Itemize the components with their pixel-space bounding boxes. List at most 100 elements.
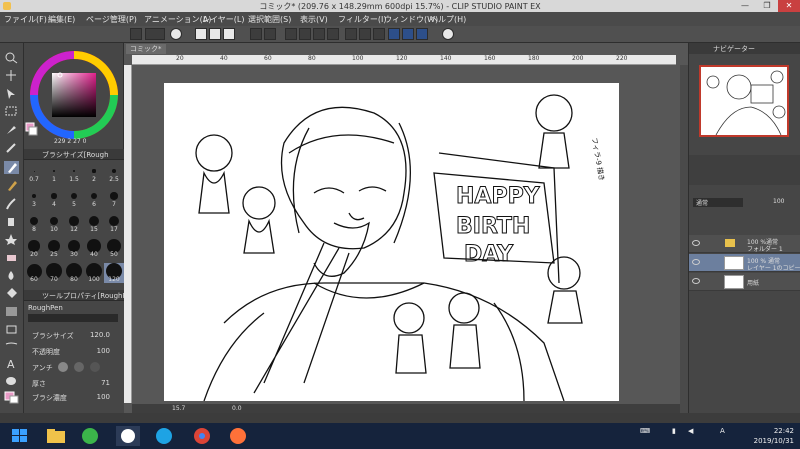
layer-row-paper[interactable]: 用紙 [689, 273, 800, 291]
select-all-icon[interactable] [299, 28, 311, 40]
gradient-tool-icon[interactable] [4, 305, 19, 318]
brush-size-cell[interactable]: 0.7 [24, 163, 44, 183]
color-swatch-icon[interactable] [4, 391, 19, 404]
cut-icon[interactable] [345, 28, 357, 40]
operation-tool-icon[interactable] [4, 87, 19, 100]
menu-file[interactable]: ファイル(F) [4, 14, 47, 25]
drawing-canvas[interactable]: HAPPY BIRTH DAY フィラ-9 描き [164, 83, 619, 402]
green-app-icon[interactable] [78, 426, 102, 446]
system-clock[interactable]: 22:42 2019/10/31 [754, 426, 794, 446]
brush-size-cell[interactable]: 20 [24, 238, 44, 258]
keyboard-icon[interactable]: ⌨ [640, 427, 650, 435]
frame-tool-icon[interactable] [4, 341, 19, 354]
open-file-icon[interactable] [209, 28, 221, 40]
brush-size-cell[interactable]: 80 [64, 263, 84, 283]
menu-selection[interactable]: 選択範囲(S) [248, 14, 291, 25]
grid-icon[interactable] [130, 28, 142, 40]
brush-size-cell[interactable]: 3 [24, 188, 44, 208]
minimize-button[interactable]: — [734, 0, 756, 12]
angle-value[interactable]: 0.0 [232, 405, 242, 412]
brush-tool-icon[interactable] [4, 197, 19, 210]
brush-size-cell[interactable]: 5 [64, 188, 84, 208]
save-icon[interactable] [223, 28, 235, 40]
firefox-icon[interactable] [226, 426, 250, 446]
fill-tool-icon[interactable] [4, 287, 19, 300]
view-menu-icon[interactable] [145, 28, 165, 40]
transform-icon[interactable] [327, 28, 339, 40]
zoom-tool-icon[interactable] [4, 51, 19, 64]
brush-size-cell[interactable]: 12 [64, 213, 84, 233]
pen-tool-icon[interactable] [4, 161, 19, 174]
eyedropper-tool-icon[interactable] [4, 141, 19, 154]
selection-tool-icon[interactable] [4, 105, 19, 118]
brush-size-cell[interactable]: 8 [24, 213, 44, 233]
brush-size-cell[interactable]: 40 [84, 238, 104, 258]
brush-size-cell[interactable]: 70 [44, 263, 64, 283]
brush-size-cell[interactable]: 25 [44, 238, 64, 258]
antialias-option-icon[interactable] [90, 362, 100, 372]
fill-icon[interactable] [313, 28, 325, 40]
brush-size-cell[interactable]: 17 [104, 213, 124, 233]
zoom-value[interactable]: 15.7 [172, 405, 185, 412]
prop-density[interactable]: ブラシ濃度 100 [26, 392, 122, 402]
visibility-eye-icon[interactable] [692, 278, 700, 284]
navigator-thumbnail[interactable] [699, 65, 789, 137]
figure-tool-icon[interactable] [4, 323, 19, 336]
start-button-icon[interactable] [8, 426, 32, 446]
redo-icon[interactable] [264, 28, 276, 40]
move-tool-icon[interactable] [4, 69, 19, 82]
menu-help[interactable]: ヘルプ(H) [430, 14, 466, 25]
brush-size-cell[interactable]: 60 [24, 263, 44, 283]
document-tab[interactable]: コミック* [126, 44, 166, 54]
close-button[interactable]: ✕ [778, 0, 800, 12]
deselect-icon[interactable] [285, 28, 297, 40]
brush-size-cell[interactable]: 1.5 [64, 163, 84, 183]
brush-size-cell[interactable]: 6 [84, 188, 104, 208]
snap-ruler-icon[interactable] [388, 28, 400, 40]
help-icon[interactable] [442, 28, 454, 40]
snap-grid-icon[interactable] [402, 28, 414, 40]
layer-row-copy[interactable]: 100 % 通常 レイヤー 1のコピー [689, 254, 800, 272]
ime-indicator[interactable]: A [720, 427, 725, 435]
brush-size-cell[interactable]: 7 [104, 188, 124, 208]
menu-layer[interactable]: レイヤー(L) [202, 14, 244, 25]
visibility-eye-icon[interactable] [692, 259, 700, 265]
brush-size-cell[interactable]: 10 [44, 213, 64, 233]
copy-icon[interactable] [359, 28, 371, 40]
blend-mode-select[interactable]: 通常 [693, 198, 743, 207]
brush-size-cell[interactable]: 100 [84, 263, 104, 283]
visibility-eye-icon[interactable] [692, 240, 700, 246]
brush-size-cell[interactable]: 4 [44, 188, 64, 208]
color-wheel[interactable] [24, 43, 124, 149]
pencil-tool-icon[interactable] [4, 179, 19, 192]
balloon-tool-icon[interactable] [4, 375, 19, 388]
brush-size-cell[interactable]: 30 [64, 238, 84, 258]
layer-row-folder[interactable]: 100 %通常 フォルダー 1 [689, 235, 800, 253]
new-file-icon[interactable] [195, 28, 207, 40]
decoration-tool-icon[interactable] [4, 233, 19, 246]
brush-size-cell[interactable]: 1 [44, 163, 64, 183]
menu-edit[interactable]: 編集(E) [48, 14, 75, 25]
antialias-option-icon[interactable] [58, 362, 68, 372]
prop-brush-size[interactable]: ブラシサイズ 120.0 [26, 330, 122, 340]
file-explorer-icon[interactable] [44, 426, 68, 446]
airbrush-tool-icon[interactable] [4, 215, 19, 228]
prop-antialias[interactable]: アンチ [26, 362, 122, 372]
blend-tool-icon[interactable] [4, 269, 19, 282]
layer-opacity[interactable]: 100 [773, 198, 784, 205]
prop-thickness[interactable]: 厚さ 71 [26, 378, 122, 388]
menu-page[interactable]: ページ管理(P) [86, 14, 137, 25]
menu-view[interactable]: 表示(V) [300, 14, 328, 25]
eraser-tool-icon[interactable] [4, 251, 19, 264]
brush-size-cell[interactable]: 2.5 [104, 163, 124, 183]
skype-icon[interactable] [152, 426, 176, 446]
brush-size-cell[interactable]: 120 [104, 263, 124, 283]
menu-filter[interactable]: フィルター(I) [338, 14, 386, 25]
text-tool-icon[interactable]: A [4, 357, 19, 371]
volume-icon[interactable]: ◀ [688, 427, 693, 435]
clip-studio-icon[interactable] [170, 28, 182, 40]
undo-icon[interactable] [250, 28, 262, 40]
brush-size-cell[interactable]: 50 [104, 238, 124, 258]
paste-icon[interactable] [373, 28, 385, 40]
antialias-option-icon[interactable] [74, 362, 84, 372]
